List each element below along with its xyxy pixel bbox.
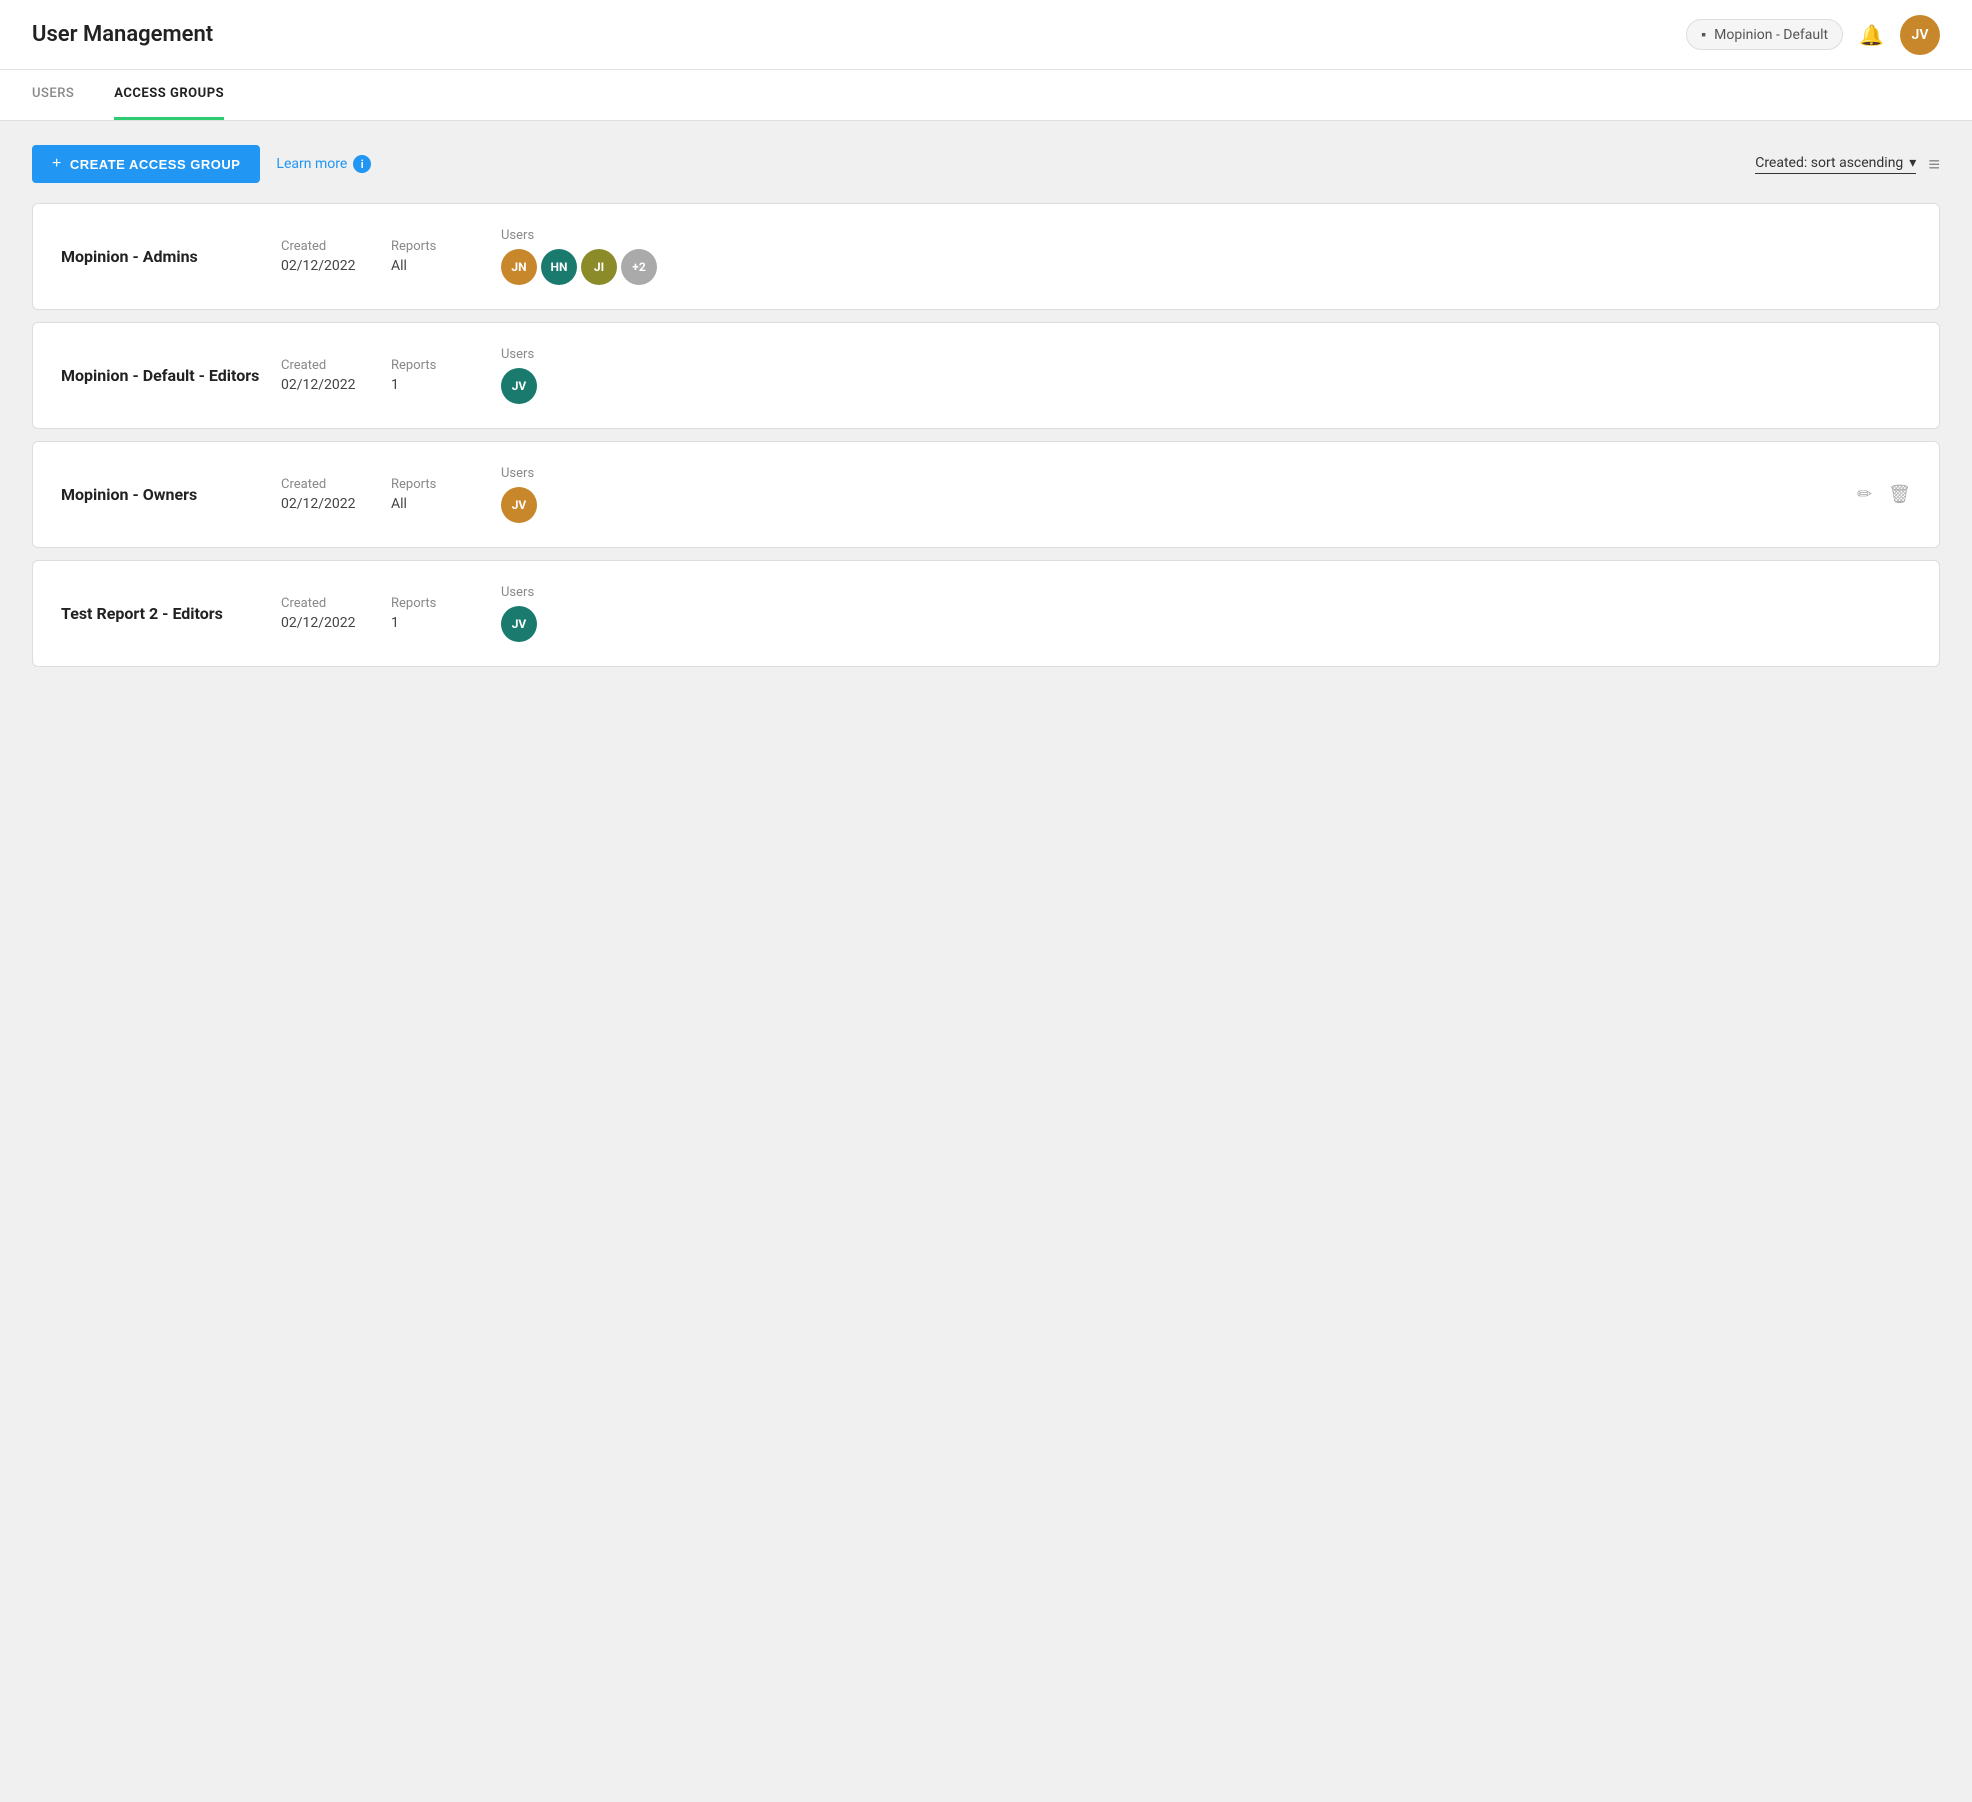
chevron-down-icon: ▾ (1909, 155, 1916, 171)
created-date: 02/12/2022 (281, 377, 391, 393)
plus-icon: + (52, 155, 62, 173)
reports-value: 1 (391, 377, 501, 393)
created-label: Created (281, 358, 391, 373)
created-date: 02/12/2022 (281, 496, 391, 512)
users-field: Users JV (501, 347, 1911, 404)
created-label: Created (281, 477, 391, 492)
toolbar: + CREATE ACCESS GROUP Learn more i Creat… (32, 145, 1940, 183)
create-access-group-button[interactable]: + CREATE ACCESS GROUP (32, 145, 260, 183)
avatar-overflow: +2 (621, 249, 657, 285)
created-label: Created (281, 596, 391, 611)
sort-label: Created: sort ascending (1755, 155, 1903, 171)
created-field: Created 02/12/2022 (281, 239, 391, 274)
reports-field: Reports 1 (391, 596, 501, 631)
notification-bell-icon[interactable]: 🔔 (1859, 23, 1884, 47)
delete-icon[interactable]: 🗑 (1888, 484, 1911, 505)
reports-value: All (391, 496, 501, 512)
avatar: HN (541, 249, 577, 285)
main-content: + CREATE ACCESS GROUP Learn more i Creat… (0, 121, 1972, 1793)
header-right: ▪ Mopinion - Default 🔔 JV (1686, 15, 1940, 55)
user-avatars: JV (501, 606, 1911, 642)
page-title: User Management (32, 22, 213, 47)
info-icon: i (353, 155, 371, 173)
reports-label: Reports (391, 596, 501, 611)
access-group-card: Mopinion - Default - Editors Created 02/… (32, 322, 1940, 429)
learn-more-label: Learn more (276, 156, 347, 172)
reports-label: Reports (391, 358, 501, 373)
filter-icon[interactable]: ≡ (1928, 152, 1940, 177)
users-field: Users JV (501, 585, 1911, 642)
avatar: JI (581, 249, 617, 285)
group-name: Mopinion - Admins (61, 247, 281, 266)
workspace-label: Mopinion - Default (1714, 27, 1828, 43)
user-avatars: JN HN JI +2 (501, 249, 1911, 285)
learn-more-link[interactable]: Learn more i (276, 155, 371, 173)
user-avatar[interactable]: JV (1900, 15, 1940, 55)
user-avatars: JV (501, 368, 1911, 404)
access-group-card: Mopinion - Owners Created 02/12/2022 Rep… (32, 441, 1940, 548)
created-field: Created 02/12/2022 (281, 358, 391, 393)
toolbar-right: Created: sort ascending ▾ ≡ (1755, 152, 1940, 177)
reports-field: Reports All (391, 239, 501, 274)
group-name: Test Report 2 - Editors (61, 604, 281, 623)
reports-field: Reports 1 (391, 358, 501, 393)
created-date: 02/12/2022 (281, 258, 391, 274)
user-avatars: JV (501, 487, 1837, 523)
avatar: JN (501, 249, 537, 285)
avatar: JV (501, 606, 537, 642)
workspace-selector[interactable]: ▪ Mopinion - Default (1686, 19, 1843, 50)
access-group-card: Test Report 2 - Editors Created 02/12/20… (32, 560, 1940, 667)
workspace-icon: ▪ (1701, 26, 1706, 43)
users-field: Users JN HN JI +2 (501, 228, 1911, 285)
users-label: Users (501, 228, 1911, 243)
group-name: Mopinion - Default - Editors (61, 366, 281, 385)
sort-dropdown[interactable]: Created: sort ascending ▾ (1755, 155, 1916, 174)
tab-access-groups[interactable]: ACCESS GROUPS (114, 70, 224, 120)
users-label: Users (501, 585, 1911, 600)
tabs-bar: USERS ACCESS GROUPS (0, 70, 1972, 121)
users-field: Users JV (501, 466, 1837, 523)
reports-value: All (391, 258, 501, 274)
created-date: 02/12/2022 (281, 615, 391, 631)
header: User Management ▪ Mopinion - Default 🔔 J… (0, 0, 1972, 70)
edit-icon[interactable]: ✏ (1857, 484, 1872, 505)
tab-users[interactable]: USERS (32, 70, 74, 120)
created-field: Created 02/12/2022 (281, 477, 391, 512)
reports-field: Reports All (391, 477, 501, 512)
reports-label: Reports (391, 477, 501, 492)
created-field: Created 02/12/2022 (281, 596, 391, 631)
toolbar-left: + CREATE ACCESS GROUP Learn more i (32, 145, 371, 183)
users-label: Users (501, 466, 1837, 481)
avatar: JV (501, 487, 537, 523)
card-actions: ✏ 🗑 (1837, 484, 1911, 505)
reports-label: Reports (391, 239, 501, 254)
avatar: JV (501, 368, 537, 404)
users-label: Users (501, 347, 1911, 362)
access-group-card: Mopinion - Admins Created 02/12/2022 Rep… (32, 203, 1940, 310)
group-name: Mopinion - Owners (61, 485, 281, 504)
reports-value: 1 (391, 615, 501, 631)
create-button-label: CREATE ACCESS GROUP (70, 157, 241, 172)
created-label: Created (281, 239, 391, 254)
